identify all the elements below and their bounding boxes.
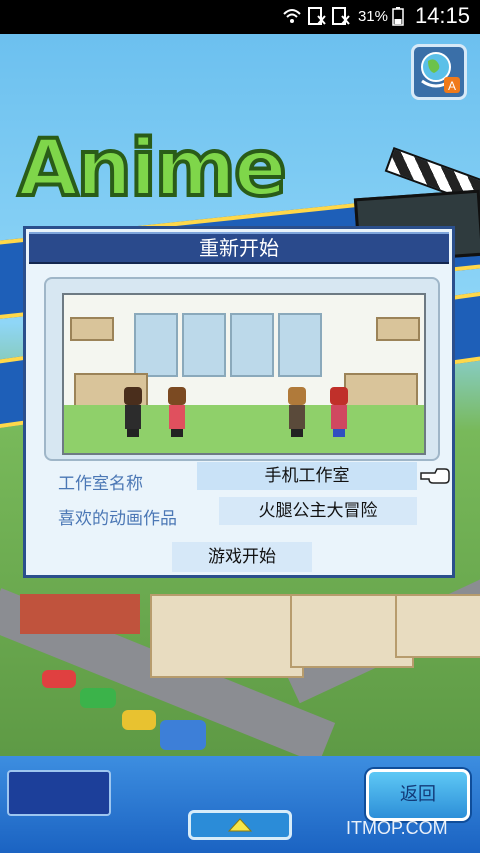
studio-preview-image bbox=[62, 293, 426, 455]
floor bbox=[64, 405, 424, 453]
car bbox=[122, 710, 156, 730]
character bbox=[122, 387, 144, 437]
pointing-hand-icon bbox=[420, 468, 450, 484]
character bbox=[166, 387, 188, 437]
battery-icon bbox=[392, 7, 404, 26]
car bbox=[42, 670, 76, 688]
window bbox=[230, 313, 274, 377]
studio-preview-frame bbox=[44, 277, 440, 461]
window bbox=[134, 313, 178, 377]
character bbox=[328, 387, 350, 437]
car bbox=[160, 720, 206, 750]
back-button[interactable]: 返回 bbox=[366, 769, 470, 821]
no-sim-icon bbox=[308, 7, 326, 25]
scroll-up-button[interactable] bbox=[188, 810, 292, 840]
building-roof bbox=[20, 594, 140, 634]
start-game-button[interactable]: 游戏开始 bbox=[172, 542, 312, 572]
up-arrow-icon bbox=[227, 818, 253, 832]
bottom-left-panel[interactable] bbox=[7, 770, 111, 816]
dialog-title: 重新开始 bbox=[29, 232, 449, 264]
shelf bbox=[376, 317, 420, 341]
watermark: ITMOP.COM bbox=[346, 818, 448, 838]
restart-dialog: 重新开始 工作室名称 手机工作室 喜欢的动画作品 火腿公主大冒险 游戏开始 bbox=[23, 226, 455, 578]
desk bbox=[344, 373, 418, 407]
studio-name-label: 工作室名称 bbox=[58, 474, 143, 494]
window bbox=[278, 313, 322, 377]
character bbox=[286, 387, 308, 437]
globe-language-icon: A bbox=[421, 52, 460, 93]
favorite-anime-field[interactable]: 火腿公主大冒险 bbox=[219, 497, 417, 525]
favorite-anime-label: 喜欢的动画作品 bbox=[58, 509, 177, 529]
status-bar: 31% 14:15 bbox=[0, 0, 480, 34]
wifi-icon bbox=[283, 9, 301, 23]
language-button[interactable]: A bbox=[411, 44, 467, 100]
battery-percent: 31% bbox=[357, 8, 388, 25]
studio-name-field[interactable]: 手机工作室 bbox=[197, 462, 417, 490]
building bbox=[395, 594, 480, 658]
no-sim-icon bbox=[332, 7, 350, 25]
car bbox=[80, 688, 116, 708]
language-badge: A bbox=[448, 79, 456, 93]
building bbox=[150, 594, 304, 678]
game-logo: Anime bbox=[16, 122, 289, 216]
shelf bbox=[70, 317, 114, 341]
window bbox=[182, 313, 226, 377]
clock: 14:15 bbox=[414, 3, 470, 28]
